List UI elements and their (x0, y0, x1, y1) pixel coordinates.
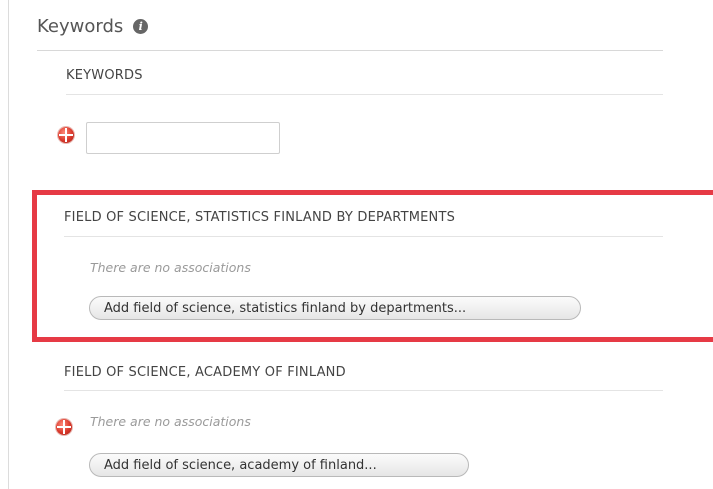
field-academy-divider (64, 390, 663, 391)
add-field-academy-button[interactable]: Add field of science, academy of finland… (89, 453, 469, 477)
section-title: Keywords (37, 16, 124, 37)
field-academy-heading: FIELD OF SCIENCE, ACADEMY OF FINLAND (64, 365, 346, 380)
panel-left-border (8, 0, 9, 489)
info-icon[interactable]: i (133, 19, 149, 34)
field-statistics-heading: FIELD OF SCIENCE, STATISTICS FINLAND BY … (64, 210, 456, 225)
field-statistics-divider (64, 236, 663, 237)
keywords-heading: KEYWORDS (66, 68, 143, 83)
section-divider (37, 50, 663, 51)
keywords-divider (66, 94, 663, 95)
flag-icon[interactable] (58, 127, 74, 143)
add-field-statistics-button[interactable]: Add field of science, statistics finland… (89, 296, 581, 320)
keyword-input[interactable] (86, 122, 280, 154)
field-academy-empty-note: There are no associations (90, 414, 251, 429)
field-statistics-empty-note: There are no associations (90, 260, 251, 275)
section-header: Keywords i (37, 16, 149, 37)
keywords-panel: Keywords i KEYWORDS FIELD OF SCIENCE, ST… (0, 0, 713, 489)
flag-icon[interactable] (56, 419, 72, 435)
